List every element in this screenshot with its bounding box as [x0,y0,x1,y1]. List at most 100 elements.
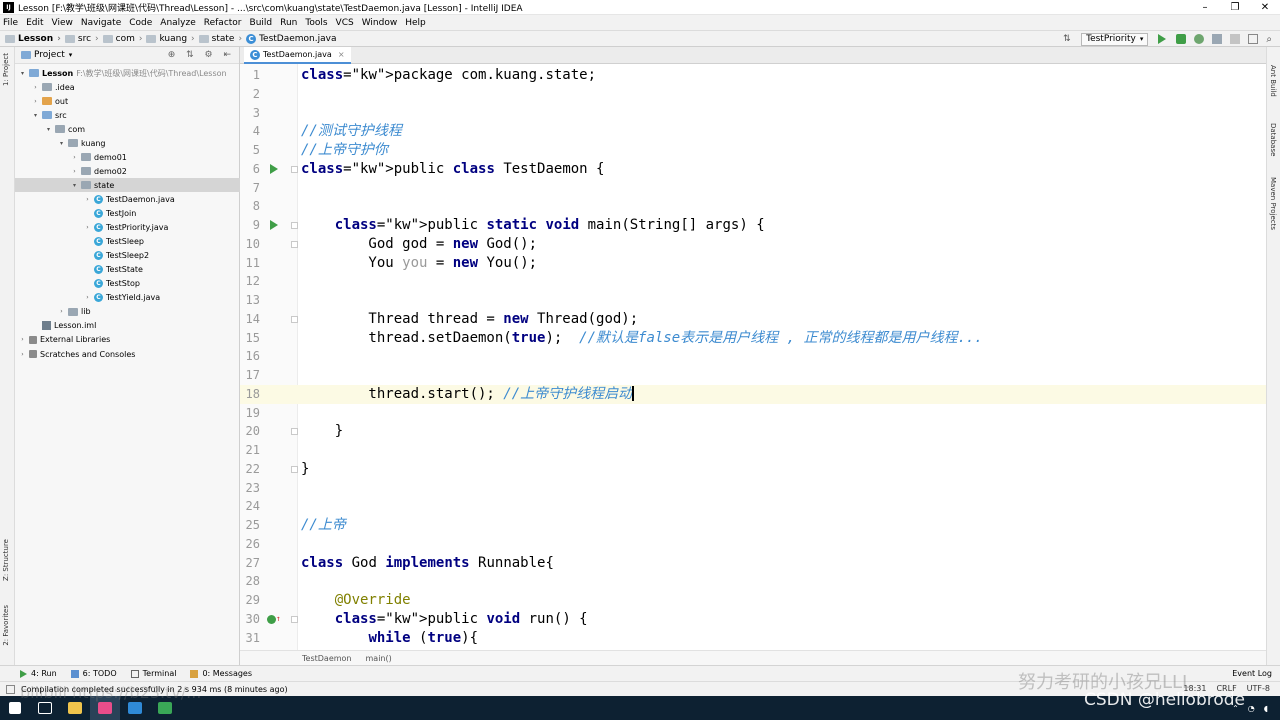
run-config-select[interactable]: TestPriority ▾ [1081,32,1149,46]
stop-icon[interactable] [1230,34,1241,44]
menu-item-help[interactable]: Help [405,18,426,28]
search-icon[interactable]: ⌕ [1266,34,1272,45]
code-line[interactable]: 31 while (true){ [240,629,1266,648]
code-line[interactable]: 24 [240,497,1266,516]
implements-method-icon[interactable] [267,614,276,624]
project-panel-title[interactable]: Project [34,50,65,60]
breadcrumb-item[interactable]: C TestDaemon.java [246,33,336,44]
expand-down-icon[interactable]: ▾ [18,70,27,77]
code-line[interactable]: 11 You you = new You(); [240,254,1266,273]
code-line[interactable]: 8 [240,197,1266,216]
code-line[interactable]: 6 class="kw">public class TestDaemon { [240,160,1266,179]
code-line[interactable]: 21 [240,441,1266,460]
event-log-button[interactable]: Event Log [1232,669,1272,678]
code-line[interactable]: 2 [240,85,1266,104]
code-line[interactable]: 4 //测试守护线程 [240,122,1266,141]
run-icon[interactable] [1158,34,1167,44]
tree-item[interactable]: › C TestYield.java [15,291,240,305]
menu-item-build[interactable]: Build [250,18,273,28]
tool-tab-structure[interactable]: Z: Structure [2,539,10,581]
code-line[interactable]: 7 [240,179,1266,198]
panel-tool-icons[interactable]: ⊕ ⇅ ⚙ ⇤ [168,50,235,60]
expand-right-icon[interactable]: › [31,98,40,105]
fold-marker-icon[interactable] [291,465,298,473]
tree-item[interactable]: ▾ src [15,108,240,122]
build-arrow-icon[interactable]: ⇅ [1063,34,1073,44]
code-line[interactable]: 10 God god = new God(); [240,235,1266,254]
tool-tab-ant-build[interactable]: Ant Build [1269,65,1277,97]
fold-marker-icon[interactable] [291,615,298,623]
menu-item-navigate[interactable]: Navigate [81,18,121,28]
fold-marker-icon[interactable] [291,240,298,248]
menu-item-edit[interactable]: Edit [26,18,43,28]
expand-right-icon[interactable]: › [18,351,27,358]
gutter-run-icon[interactable] [270,163,278,174]
code-line[interactable]: 20 } [240,422,1266,441]
code-line[interactable]: 12 [240,272,1266,291]
tool-tab-todo[interactable]: 6: TODO [70,669,117,678]
tool-tab-project[interactable]: 1: Project [2,53,10,86]
menu-item-window[interactable]: Window [362,18,398,28]
tree-item[interactable]: › demo02 [15,164,240,178]
breadcrumb-method[interactable]: main() [366,654,392,663]
expand-down-icon[interactable]: ▾ [70,182,79,189]
tree-item[interactable]: ▾ kuang [15,136,240,150]
fold-marker-icon[interactable] [291,428,298,436]
menu-item-vcs[interactable]: VCS [336,18,354,28]
code-line[interactable]: 23 [240,479,1266,498]
tree-item[interactable]: ▾ state [15,178,240,193]
code-line[interactable]: 3 [240,104,1266,123]
expand-right-icon[interactable]: › [70,168,79,175]
close-icon[interactable]: ✕ [1250,2,1280,13]
code-line[interactable]: 28 [240,572,1266,591]
network-icon[interactable]: ◔ [1248,704,1255,713]
breadcrumb-class[interactable]: TestDaemon [302,654,352,663]
code-line[interactable]: 16 [240,347,1266,366]
code-line[interactable]: 26 [240,535,1266,554]
code-line[interactable]: 27 class God implements Runnable{ [240,554,1266,573]
tree-item[interactable]: › Scratches and Consoles [15,347,240,361]
fold-marker-icon[interactable] [291,222,298,229]
breadcrumb-item[interactable]: src › [64,34,99,44]
tool-tab-favorites[interactable]: 2: Favorites [2,605,10,646]
debug-icon[interactable] [1176,34,1187,44]
tree-item[interactable]: ▾ Lesson F:\教学\班级\网课班\代码\Thread\Lesson [15,66,240,80]
menu-item-tools[interactable]: Tools [305,18,327,28]
breadcrumb-item[interactable]: kuang › [146,34,195,44]
tree-item[interactable]: › External Libraries [15,333,240,347]
tree-item[interactable]: Lesson.iml [15,319,240,333]
fold-marker-icon[interactable] [291,165,298,173]
close-tab-icon[interactable]: × [338,50,345,59]
code-line[interactable]: 13 [240,291,1266,310]
project-structure-icon[interactable] [1248,34,1259,44]
menu-item-refactor[interactable]: Refactor [204,18,242,28]
maximize-icon[interactable]: ❐ [1220,2,1250,13]
code-line[interactable]: 22} [240,460,1266,479]
code-line[interactable]: 1 class="kw">package com.kuang.state; [240,66,1266,85]
editor-tab-testdaemon[interactable]: C TestDaemon.java × [244,47,351,64]
breadcrumb-item[interactable]: Lesson › [5,34,61,44]
toggle-tool-windows-icon[interactable] [6,684,15,694]
expand-right-icon[interactable]: › [83,196,92,203]
file-encoding[interactable]: UTF-8 [1247,684,1270,693]
tree-item[interactable]: › C TestPriority.java [15,221,240,235]
tree-item[interactable]: C TestSleep2 [15,249,240,263]
code-line[interactable]: 17 [240,366,1266,385]
code-line[interactable]: 15 thread.setDaemon(true); //默认是false表示是… [240,329,1266,348]
expand-down-icon[interactable]: ▾ [31,112,40,119]
tree-item[interactable]: C TestStop [15,277,240,291]
tree-item[interactable]: C TestState [15,263,240,277]
coverage-icon[interactable] [1194,34,1205,44]
expand-right-icon[interactable]: › [18,336,27,343]
code-line[interactable]: 18 thread.start(); //上帝守护线程启动 [240,384,1266,404]
code-line[interactable]: 30 ↑ class="kw">public void run() { [240,610,1266,629]
code-line[interactable]: 19 [240,404,1266,423]
code-editor[interactable]: 1 class="kw">package com.kuang.state; 2 3 4/… [240,64,1266,650]
expand-right-icon[interactable]: › [83,294,92,301]
tool-tab-database[interactable]: Database [1269,123,1277,156]
expand-right-icon[interactable]: › [57,308,66,315]
code-line[interactable]: 14 Thread thread = new Thread(god); [240,310,1266,329]
tree-item[interactable]: › C TestDaemon.java [15,192,240,206]
menu-item-file[interactable]: File [3,18,18,28]
expand-right-icon[interactable]: › [83,224,92,231]
